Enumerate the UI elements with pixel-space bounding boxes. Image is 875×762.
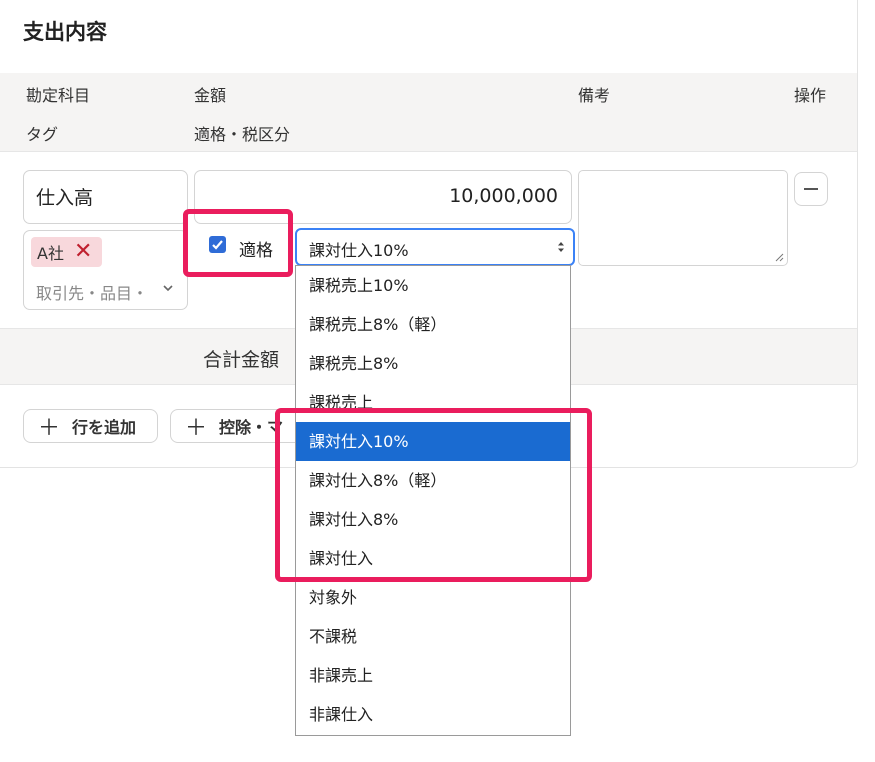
select-arrows-icon [558,242,564,252]
remove-tag-icon[interactable]: ✕ [74,241,92,263]
header-tax: 適格・税区分 [194,125,291,144]
tag-placeholder: 取引先・品目・ [36,284,149,303]
plus-icon: ＋ [185,416,208,441]
option-item[interactable]: 非課売上 [296,656,570,695]
option-item[interactable]: 課対仕入 [296,539,570,578]
account-value: 仕入高 [36,187,94,209]
amount-field[interactable]: 10,000,000 [194,170,572,224]
table-header [0,73,857,152]
option-item[interactable]: 非課仕入 [296,695,570,734]
deduct-label: 控除・マ [219,418,284,437]
amount-value: 10,000,000 [449,185,558,207]
header-account: 勘定科目 [26,86,91,105]
section-title: 支出内容 [23,20,107,44]
total-label: 合計金額 [203,349,280,371]
plus-icon: ＋ [38,416,61,441]
tag-chip: A社 ✕ [31,237,103,267]
add-row-button[interactable]: ＋ 行を追加 [23,409,158,443]
chevron-down-icon[interactable] [163,283,173,293]
account-field[interactable]: 仕入高 [23,170,188,224]
tag-chip-label: A社 [37,244,64,263]
tag-field[interactable]: A社 ✕ 取引先・品目・ [23,230,188,310]
qualified-label: 適格 [239,241,273,261]
option-item[interactable]: 対象外 [296,578,570,617]
minus-icon [804,188,818,190]
tax-dropdown-list: 課税売上10% 課税売上8%（軽） 課税売上8% 課税売上 課対仕入10% 課対… [295,265,571,736]
option-item[interactable]: 課対仕入8%（軽） [296,461,570,500]
header-amount: 金額 [194,86,227,105]
tax-select[interactable]: 課対仕入10% [295,228,575,266]
checkmark-icon [212,240,223,250]
option-item[interactable]: 課税売上8%（軽） [296,305,570,344]
tax-select-value: 課対仕入10% [309,241,409,260]
option-item[interactable]: 課対仕入8% [296,500,570,539]
qualified-checkbox[interactable] [209,236,226,253]
option-item[interactable]: 課税売上10% [296,266,570,305]
resize-handle-icon[interactable] [775,253,784,262]
header-note: 備考 [578,86,611,105]
option-item-selected[interactable]: 課対仕入10% [296,422,570,461]
header-action: 操作 [794,86,827,105]
note-textarea[interactable] [578,170,788,266]
add-row-label: 行を追加 [72,418,137,437]
remove-row-button[interactable] [794,172,828,206]
header-tag: タグ [26,125,59,144]
option-item[interactable]: 課税売上8% [296,344,570,383]
option-item[interactable]: 不課税 [296,617,570,656]
option-item[interactable]: 課税売上 [296,383,570,422]
